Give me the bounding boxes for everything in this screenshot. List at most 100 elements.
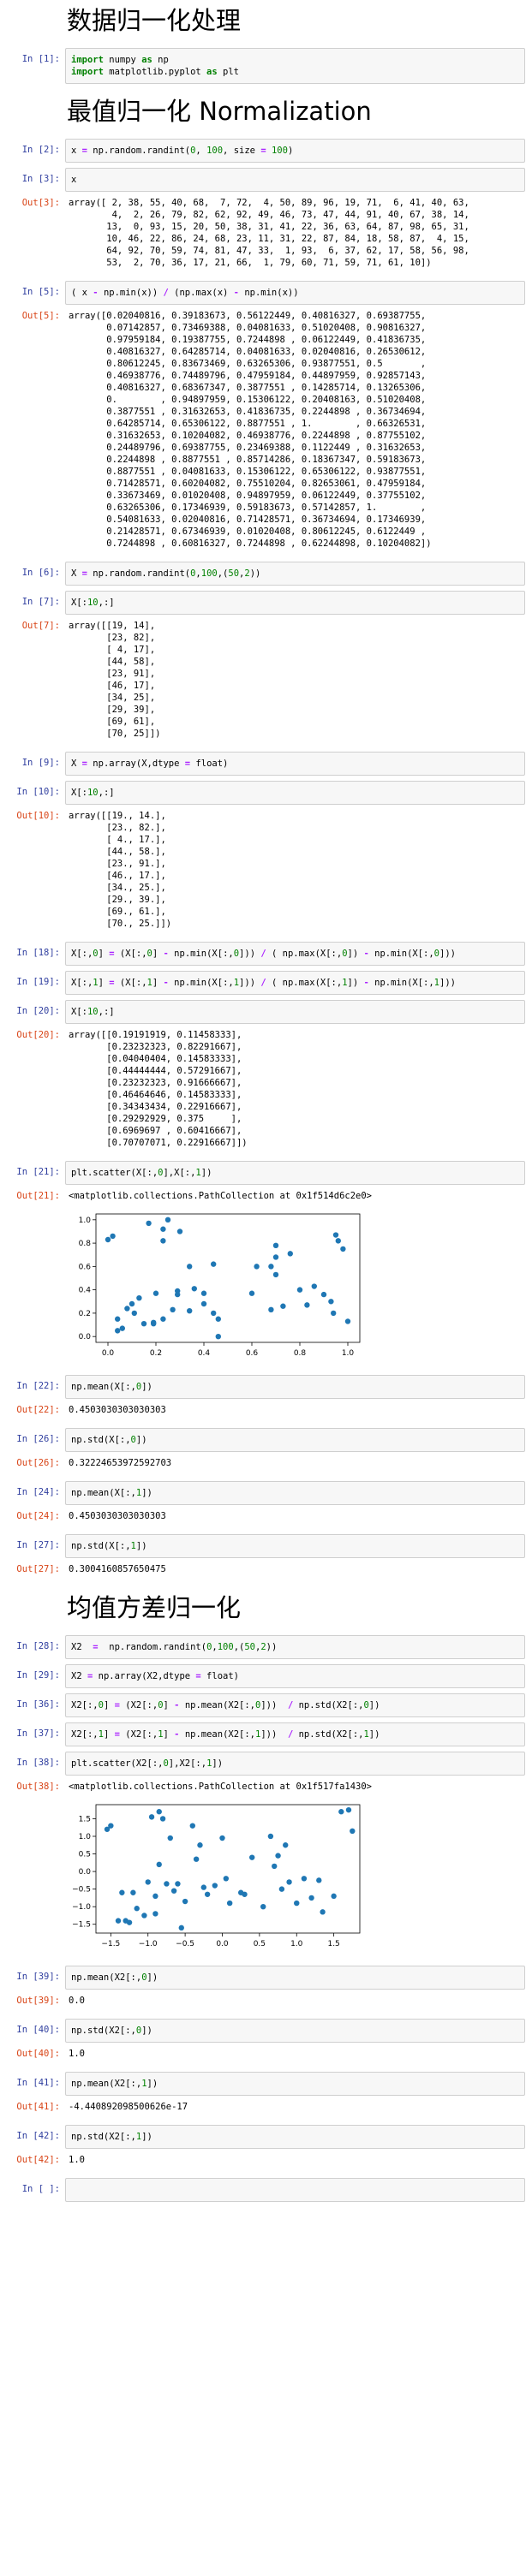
code-cell-input[interactable]: np.mean(X2[:,1]) (65, 2072, 525, 2096)
code-text[interactable]: X2 = np.random.randint(0,100,(50,2)) (66, 1636, 524, 1658)
code-text[interactable]: np.mean(X2[:,1]) (66, 2073, 524, 2095)
code-cell-input[interactable]: ( x - np.min(x)) / (np.max(x) - np.min(x… (65, 281, 525, 305)
scatter-point (136, 1294, 142, 1301)
cell-output: 0.0 (69, 1996, 85, 2006)
x-tick-label: −1.0 (139, 1940, 158, 1948)
code-text[interactable]: np.mean(X[:,1]) (66, 1482, 524, 1504)
code-text[interactable]: X[:10,:] (66, 782, 524, 804)
code-cell-input[interactable]: x = np.random.randint(0, 100, size = 100… (65, 139, 525, 163)
scatter-point (105, 1236, 111, 1243)
input-prompt: In [21]: (16, 1167, 60, 1177)
code-cell-input[interactable]: X2[:,1] = (X2[:,1] - np.mean(X2[:,1])) /… (65, 1722, 525, 1746)
cell-output: array([0.02040816, 0.39183673, 0.5612244… (69, 311, 432, 549)
code-cell-input[interactable]: X[:10,:] (65, 591, 525, 615)
scatter-point (115, 1316, 121, 1322)
output-prompt: Out[22]: (16, 1405, 60, 1415)
code-text[interactable]: X = np.random.randint(0,100,(50,2)) (66, 562, 524, 585)
input-prompt: In [18]: (16, 948, 60, 958)
code-text[interactable]: X[:10,:] (66, 592, 524, 614)
input-prompt: In [3]: (21, 174, 60, 184)
scatter-point (134, 1906, 140, 1912)
x-tick-label: 1.0 (342, 1349, 355, 1358)
scatter-point (215, 1333, 221, 1340)
code-cell-input[interactable]: plt.scatter(X[:,0],X[:,1]) (65, 1161, 525, 1185)
code-text[interactable]: X[:,0] = (X[:,0] - np.min(X[:,0])) / ( n… (66, 943, 524, 965)
input-prompt: In [38]: (16, 1758, 60, 1768)
code-cell-input[interactable]: np.std(X[:,0]) (65, 1428, 525, 1452)
code-cell-input[interactable]: np.std(X2[:,0]) (65, 2019, 525, 2043)
code-cell-input[interactable]: X[:,0] = (X[:,0] - np.min(X[:,0])) / ( n… (65, 942, 525, 966)
code-cell-input[interactable]: np.mean(X[:,1]) (65, 1481, 525, 1505)
scatter-point (178, 1925, 184, 1931)
code-cell-input[interactable] (65, 2178, 525, 2202)
plot-frame (95, 1213, 361, 1343)
scatter-point (115, 1328, 121, 1334)
code-text[interactable]: np.std(X2[:,0]) (66, 2020, 524, 2042)
code-text[interactable] (66, 2179, 524, 2189)
cell-output: <matplotlib.collections.PathCollection a… (69, 1782, 373, 1792)
scatter-point (152, 1893, 158, 1900)
scatter-point (182, 1898, 188, 1905)
code-cell-input[interactable]: X[:,1] = (X[:,1] - np.min(X[:,1])) / ( n… (65, 971, 525, 995)
scatter-point (272, 1242, 279, 1249)
code-cell-input[interactable]: X[:10,:] (65, 1000, 525, 1024)
code-cell-input[interactable]: X[:10,:] (65, 781, 525, 805)
code-text[interactable]: np.std(X2[:,1]) (66, 2126, 524, 2148)
code-text[interactable]: X2[:,0] = (X2[:,0] - np.mean(X2[:,0])) /… (66, 1694, 524, 1716)
section-heading: 均值方差归一化 (67, 1593, 242, 1622)
cell-output: 1.0 (69, 2155, 85, 2165)
code-text[interactable]: x (66, 169, 524, 191)
code-text[interactable]: x = np.random.randint(0, 100, size = 100… (66, 140, 524, 162)
output-prompt: Out[24]: (16, 1511, 60, 1521)
code-cell-input[interactable]: np.std(X[:,1]) (65, 1534, 525, 1558)
code-cell-input[interactable]: X2[:,0] = (X2[:,0] - np.mean(X2[:,0])) /… (65, 1693, 525, 1717)
plot-frame (95, 1804, 361, 1934)
code-cell-input[interactable]: x (65, 168, 525, 192)
code-text[interactable]: np.mean(X[:,0]) (66, 1376, 524, 1398)
code-cell-input[interactable]: X2 = np.random.randint(0,100,(50,2)) (65, 1635, 525, 1659)
x-tick-label: 0.6 (246, 1349, 259, 1358)
code-text[interactable]: ( x - np.min(x)) / (np.max(x) - np.min(x… (66, 282, 524, 304)
scatter-point (131, 1310, 137, 1317)
code-text[interactable]: np.mean(X2[:,0]) (66, 1966, 524, 1989)
scatter-point (126, 1919, 133, 1925)
scatter-point (320, 1909, 326, 1915)
scatter-point (242, 1891, 248, 1897)
cell-output: array([[19, 14], [23, 82], [ 4, 17], [44… (69, 621, 161, 739)
code-cell-input[interactable]: import numpy as np import matplotlib.pyp… (65, 48, 525, 84)
scatter-point (286, 1879, 292, 1885)
scatter-point (115, 1918, 122, 1924)
x-tick-label: 0.0 (102, 1349, 115, 1358)
code-text[interactable]: import numpy as np import matplotlib.pyp… (66, 49, 524, 83)
y-tick-label: 0.0 (79, 1868, 92, 1877)
scatter-point (272, 1863, 278, 1870)
scatter-point (141, 1913, 147, 1919)
code-cell-input[interactable]: X2 = np.array(X2,dtype = float) (65, 1664, 525, 1688)
code-text[interactable]: X[:,1] = (X[:,1] - np.min(X[:,1])) / ( n… (66, 972, 524, 994)
code-text[interactable]: X[:10,:] (66, 1001, 524, 1023)
code-text[interactable]: X2[:,1] = (X2[:,1] - np.mean(X2[:,1])) /… (66, 1723, 524, 1746)
x-tick-label: 1.0 (290, 1940, 303, 1948)
code-text[interactable]: X2 = np.array(X2,dtype = float) (66, 1665, 524, 1687)
scatter-point (308, 1895, 314, 1901)
code-text[interactable]: plt.scatter(X2[:,0],X2[:,1]) (66, 1752, 524, 1775)
scatter-point (280, 1303, 286, 1309)
scatter-point (170, 1888, 177, 1894)
code-text[interactable]: X = np.array(X,dtype = float) (66, 753, 524, 775)
code-cell-input[interactable]: plt.scatter(X2[:,0],X2[:,1]) (65, 1752, 525, 1776)
code-text[interactable]: np.std(X[:,1]) (66, 1535, 524, 1557)
scatter-point (164, 1881, 170, 1887)
input-prompt: In [29]: (16, 1670, 60, 1681)
code-text[interactable]: plt.scatter(X[:,0],X[:,1]) (66, 1162, 524, 1184)
scatter-point (129, 1300, 135, 1307)
code-cell-input[interactable]: np.mean(X2[:,0]) (65, 1966, 525, 1990)
scatter-point (187, 1264, 193, 1270)
scatter-point (304, 1302, 310, 1308)
code-cell-input[interactable]: X = np.array(X,dtype = float) (65, 752, 525, 776)
code-cell-input[interactable]: np.mean(X[:,0]) (65, 1375, 525, 1399)
x-tick-label: −0.5 (176, 1940, 194, 1948)
code-cell-input[interactable]: np.std(X2[:,1]) (65, 2125, 525, 2149)
code-text[interactable]: np.std(X[:,0]) (66, 1429, 524, 1451)
y-tick-label: −1.0 (72, 1903, 91, 1912)
code-cell-input[interactable]: X = np.random.randint(0,100,(50,2)) (65, 562, 525, 586)
